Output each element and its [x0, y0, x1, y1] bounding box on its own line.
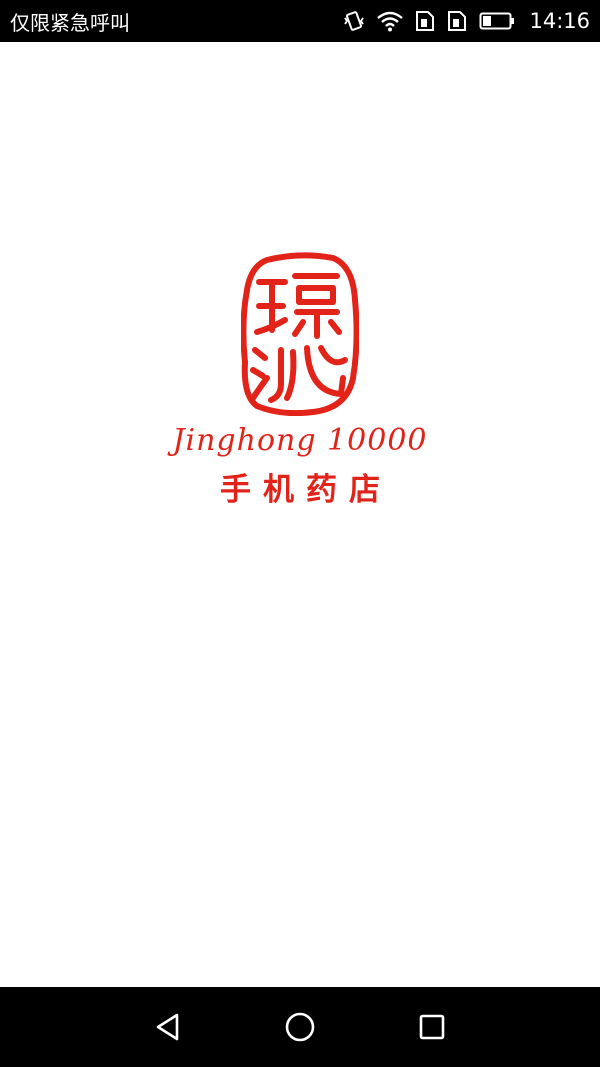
brand-name: Jinghong 10000 [172, 423, 428, 458]
seal-stamp-icon [241, 252, 359, 416]
navigation-bar [0, 987, 600, 1067]
clock: 14:16 [529, 9, 590, 33]
status-bar: 仅限紧急呼叫 14:16 [0, 0, 600, 42]
battery-icon [479, 12, 515, 30]
sim2-icon [448, 11, 467, 31]
home-icon [285, 1012, 315, 1042]
status-icons: 14:16 [343, 9, 590, 33]
back-button[interactable] [138, 997, 198, 1057]
vibrate-icon [344, 11, 365, 31]
wifi-icon [377, 11, 404, 32]
home-button[interactable] [270, 997, 330, 1057]
app-logo: Jinghong 10000 手机药店 [0, 252, 600, 508]
splash-screen: Jinghong 10000 手机药店 [0, 42, 600, 987]
back-icon [156, 1013, 179, 1041]
recent-apps-icon [419, 1014, 445, 1040]
recent-apps-button[interactable] [402, 997, 462, 1057]
carrier-text: 仅限紧急呼叫 [10, 10, 130, 35]
sim1-icon [416, 11, 435, 31]
app-name: 手机药店 [220, 472, 392, 508]
